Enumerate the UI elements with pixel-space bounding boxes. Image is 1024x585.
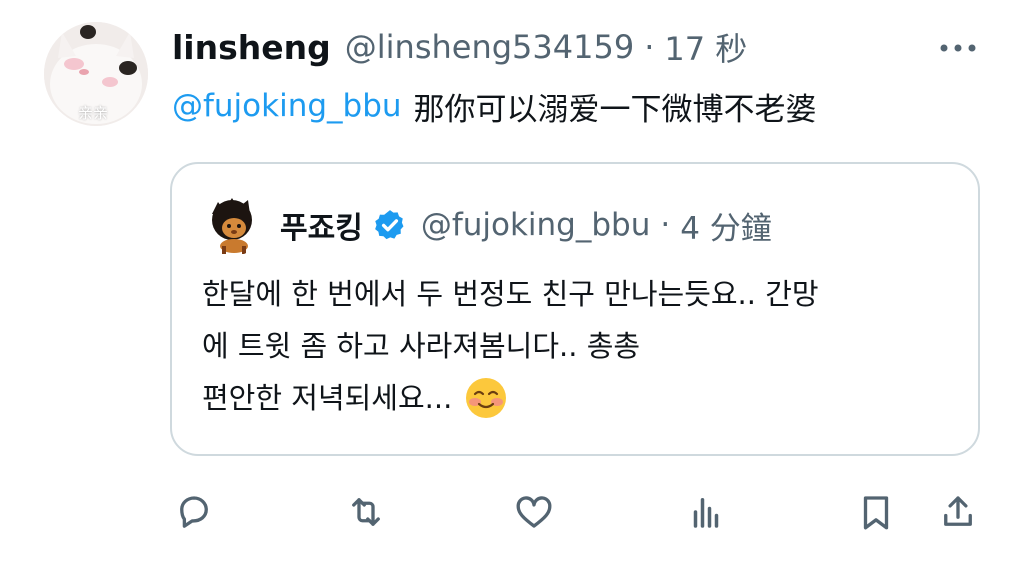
share-button[interactable] [934,488,982,536]
verified-badge-icon [374,210,404,240]
views-icon [693,498,719,528]
user-handle[interactable]: @linsheng534159 [345,28,634,66]
avatar-caption: 亲亲 [78,104,109,122]
display-name[interactable]: linsheng [172,28,331,67]
retweet-button[interactable] [342,488,390,536]
timestamp[interactable]: 17 秒 [664,24,747,70]
reply-icon [180,496,208,528]
tweet-text: @fujoking_bbu 那你可以溺爱一下微博不老婆 [172,82,817,130]
like-icon [516,496,552,528]
bookmark-icon [863,496,889,530]
views-button[interactable] [682,488,730,536]
quoted-display-name[interactable]: 푸죠킹 [280,203,363,247]
quoted-handle[interactable]: @fujoking_bbu [421,207,651,243]
separator-dot: · [660,207,671,243]
quoted-avatar-image [202,194,264,256]
avatar[interactable]: 亲亲 [44,22,148,126]
more-button[interactable] [938,36,978,60]
bookmark-button[interactable] [852,488,900,536]
quoted-text: 한달에 한 번에서 두 번정도 친구 만나는듯요.. 간망 에 트윗 좀 하고 … [202,268,962,424]
action-bar [0,488,1024,544]
quoted-text-line: 한달에 한 번에서 두 번정도 친구 만나는듯요.. 간망 [202,268,962,320]
tweet-header: linsheng @linsheng534159 · 17 秒 [172,24,747,70]
more-icon [940,44,976,52]
reply-button[interactable] [170,488,218,536]
mention-link[interactable]: @fujoking_bbu [172,88,402,124]
quoted-text-line: 에 트윗 좀 하고 사라져봄니다.. 총총 [202,320,962,372]
quoted-avatar[interactable] [202,194,264,256]
share-icon [944,496,972,526]
quoted-text-line: 편안한 저녁되세요... [202,372,962,424]
reply-text: 那你可以溺爱一下微博不老婆 [413,91,817,128]
quoted-text-line-1: 한달에 한 번에서 두 번정도 친구 만나는듯요.. 간망 [202,277,819,311]
quoted-text-line-3: 편안한 저녁되세요... [202,381,453,415]
smiling-face-emoji [466,378,507,418]
quoted-text-line-2: 에 트윗 좀 하고 사라져봄니다.. 총총 [202,329,641,363]
quoted-tweet[interactable]: 푸죠킹 @fujoking_bbu · 4 分鐘 한달에 한 번에서 두 번정도… [170,162,980,456]
quoted-header: 푸죠킹 @fujoking_bbu · 4 分鐘 [280,202,772,248]
retweet-icon [352,498,380,526]
separator-dot: · [644,28,655,66]
like-button[interactable] [510,488,558,536]
quoted-timestamp[interactable]: 4 分鐘 [680,203,772,248]
